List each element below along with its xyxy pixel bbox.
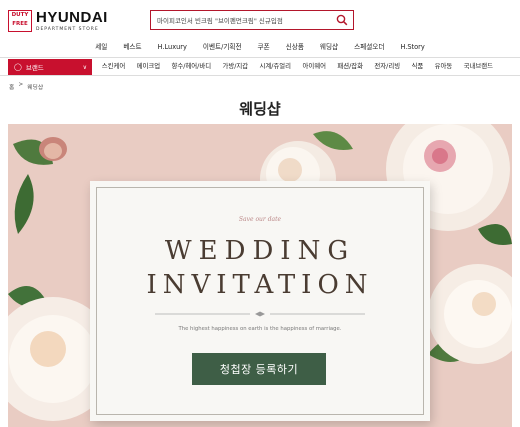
category-item-skincare[interactable]: 스킨케어 [96,58,131,75]
category-list: 스킨케어 메이크업 향수/헤어/바디 가방/지갑 시계/쥬얼리 아이웨어 패션/… [96,58,520,75]
tag-icon: ◯ [14,63,22,71]
badge-line-1: DUTY [11,12,29,18]
search-input[interactable]: 마이피코인서 빈크림 "브이펜먼크림" 신규입점 [150,10,354,30]
category-item-bags[interactable]: 가방/지갑 [217,58,254,75]
headline-wedding: WEDDING [164,236,356,266]
category-item-watches[interactable]: 시계/쥬얼리 [254,58,297,75]
category-item-electronics[interactable]: 전자/리빙 [369,58,406,75]
category-item-perfume[interactable]: 향수/헤어/바디 [166,58,217,75]
brand-dropdown-button[interactable]: ◯ 브랜드 ∨ [8,59,92,75]
invitation-card: Save our date WEDDING INVITATION The hig… [90,181,430,421]
top-nav-item-hluxury[interactable]: H.Luxury [150,38,195,56]
top-nav-item-best[interactable]: 베스트 [115,38,149,56]
headline-invitation: INVITATION [146,270,374,300]
header: DUTY FREE HYUNDAI DEPARTMENT STORE 마이피코인… [0,0,520,38]
category-bar: ◯ 브랜드 ∨ 스킨케어 메이크업 향수/헤어/바디 가방/지갑 시계/쥬얼리 … [0,57,520,76]
logo[interactable]: HYUNDAI DEPARTMENT STORE [36,10,108,32]
save-the-date-text: Save our date [238,216,282,223]
category-item-food[interactable]: 식품 [406,58,429,75]
badge-line-2: FREE [12,21,28,27]
top-nav-item-sale[interactable]: 세일 [87,38,115,56]
category-item-domestic[interactable]: 국내브랜드 [458,58,499,75]
category-item-makeup[interactable]: 메이크업 [131,58,166,75]
top-nav-item-events[interactable]: 이벤트/기획전 [195,38,250,56]
tagline: The highest happiness on earth is the ha… [178,326,342,332]
top-nav-item-hstory[interactable]: H.Story [392,38,432,56]
category-item-kids[interactable]: 유아동 [429,58,458,75]
logo-title: HYUNDAI [36,9,108,26]
category-item-eyewear[interactable]: 아이웨어 [297,58,332,75]
top-nav: 세일 베스트 H.Luxury 이벤트/기획전 쿠폰 신상품 웨딩샵 스페셜오더… [0,38,520,56]
brand-label: 브랜드 [25,64,44,72]
duty-free-badge[interactable]: DUTY FREE [8,10,32,32]
top-nav-item-new[interactable]: 신상품 [278,38,312,56]
top-nav-item-coupon[interactable]: 쿠폰 [250,38,278,56]
breadcrumb-separator: > [18,82,24,88]
top-nav-item-special-order[interactable]: 스페셜오더 [346,38,392,56]
register-invitation-button[interactable]: 청첩장 등록하기 [192,353,326,385]
wedding-banner: Save our date WEDDING INVITATION The hig… [8,124,512,427]
category-item-fashion[interactable]: 패션/잡화 [332,58,369,75]
chevron-down-icon: ∨ [82,63,87,71]
logo-subtitle: DEPARTMENT STORE [36,27,99,32]
top-nav-item-wedding[interactable]: 웨딩샵 [312,38,346,56]
page-title: 웨딩샵 [239,100,281,118]
search-placeholder: 마이피코인서 빈크림 "브이펜먼크림" 신규입점 [157,17,283,25]
breadcrumb-current: 웨딩샵 [27,85,44,91]
ornament-divider [155,311,365,317]
breadcrumb-home[interactable]: 홈 [9,82,14,91]
search-icon[interactable] [336,14,348,26]
breadcrumb: 홈 > 웨딩샵 [9,82,43,91]
